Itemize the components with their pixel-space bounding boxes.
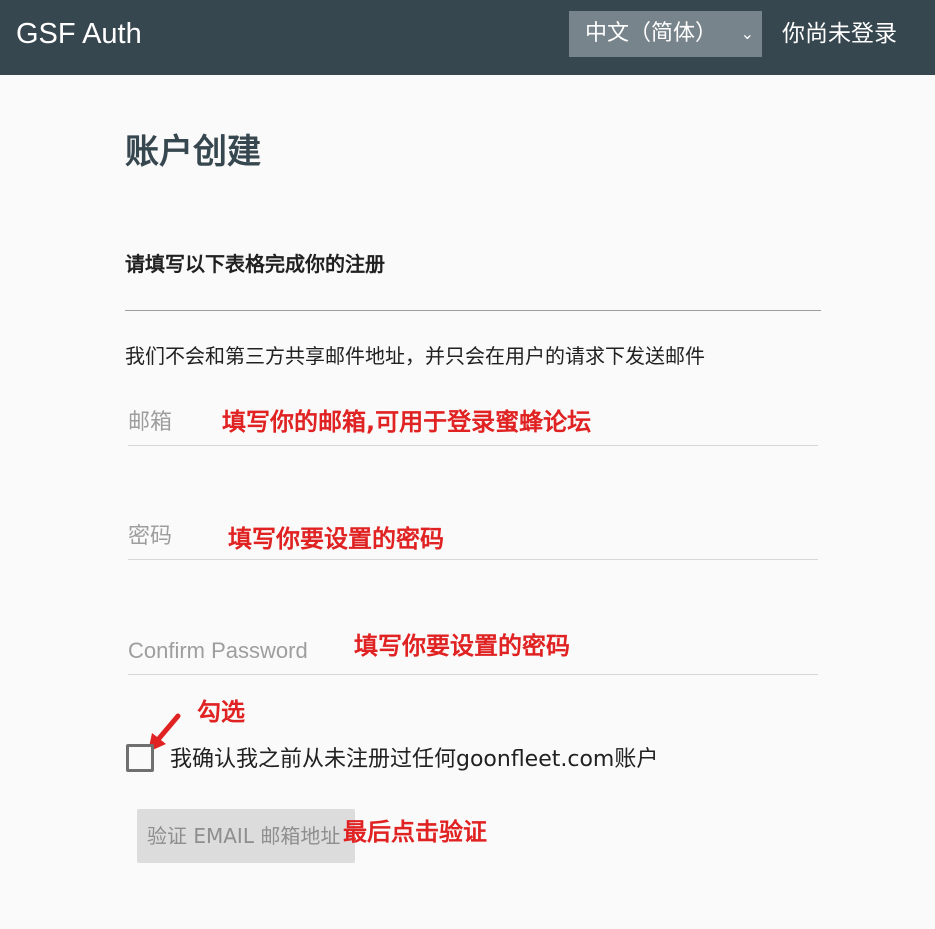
checkbox-label[interactable]: 我确认我之前从未注册过任何goonfleet.com账户 — [170, 744, 658, 776]
language-select-value: 中文（简体） — [585, 21, 718, 46]
privacy-note: 我们不会和第三方共享邮件地址，并只会在用户的请求下发送邮件 — [125, 344, 705, 368]
chevron-down-icon: ⌄ — [740, 24, 754, 43]
submit-annotation: 最后点击验证 — [343, 818, 487, 846]
form-subtitle: 请填写以下表格完成你的注册 — [125, 252, 385, 276]
email-annotation: 填写你的邮箱,可用于登录蜜蜂论坛 — [222, 408, 592, 436]
divider — [125, 310, 821, 311]
brand-logo[interactable]: GSF Auth — [16, 16, 142, 52]
navbar: GSF Auth 中文（简体） ⌄ 你尚未登录 — [0, 0, 935, 75]
confirm-checkbox[interactable] — [126, 744, 154, 772]
password-annotation: 填写你要设置的密码 — [228, 525, 444, 553]
checkbox-annotation: 勾选 — [197, 698, 245, 726]
login-status[interactable]: 你尚未登录 — [782, 16, 897, 52]
language-select[interactable]: 中文（简体） ⌄ — [569, 11, 762, 57]
page-title: 账户创建 — [125, 132, 261, 172]
confirm-annotation: 填写你要设置的密码 — [354, 632, 570, 660]
verify-email-button[interactable]: 验证 EMAIL 邮箱地址 — [137, 809, 355, 863]
